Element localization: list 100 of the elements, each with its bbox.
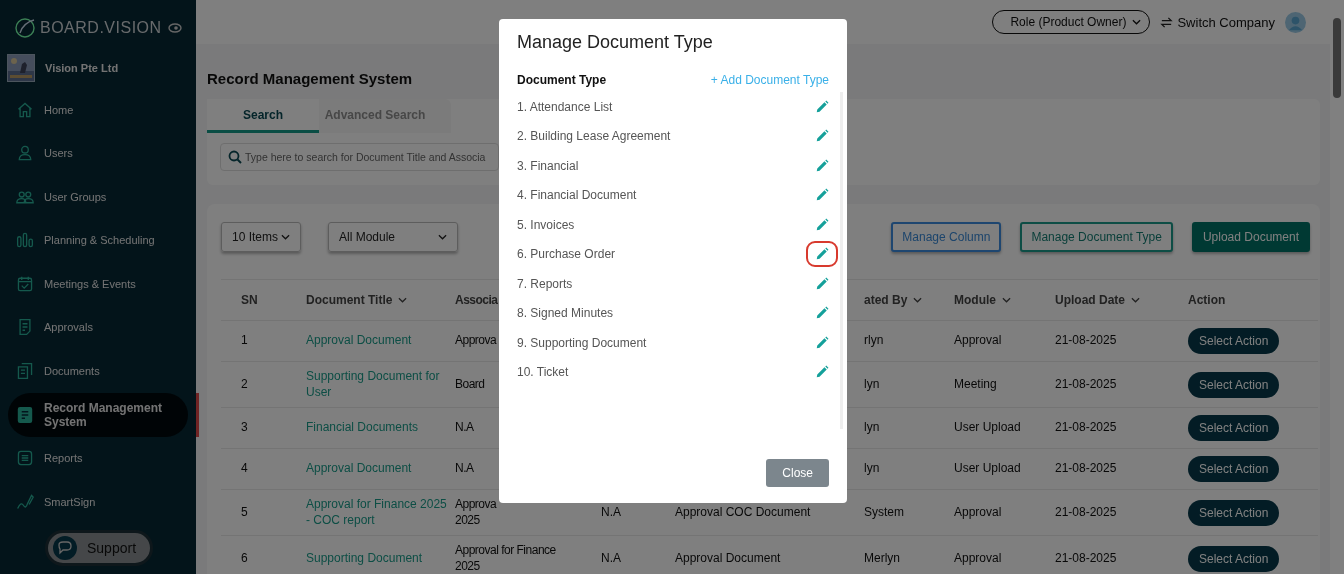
column-header[interactable]: Associa xyxy=(455,293,498,307)
filter-dropdown[interactable]: All Module xyxy=(328,222,458,252)
bars-icon xyxy=(16,231,34,250)
table-cell: System xyxy=(864,505,904,519)
role-dropdown[interactable]: Role (Product Owner) xyxy=(992,10,1151,34)
eye-icon[interactable] xyxy=(168,23,182,33)
support-button[interactable]: Support xyxy=(45,530,154,566)
action-button[interactable]: Upload Document xyxy=(1191,222,1310,252)
column-header[interactable]: ated By xyxy=(864,293,908,307)
sidebar-item[interactable]: Planning & Scheduling xyxy=(0,218,196,262)
table-cell: N.A xyxy=(601,551,621,566)
list-header: Document Type xyxy=(517,73,607,87)
modal-title: Manage Document Type xyxy=(517,32,714,53)
table-cell: 21-08-2025 xyxy=(1055,420,1117,435)
chevron-icon xyxy=(1131,297,1140,303)
close-button[interactable]: Close xyxy=(766,459,829,487)
table-cell: 1 xyxy=(241,333,248,348)
document-link[interactable]: Approval Document xyxy=(306,333,455,349)
calendar-icon xyxy=(16,274,34,293)
document-type-item: 3. Financial xyxy=(517,158,579,173)
table-cell: 4 xyxy=(241,461,248,476)
document-type-item: 5. Invoices xyxy=(517,217,575,232)
table-cell: Board xyxy=(455,376,485,393)
logo-text: BOARD.VISION xyxy=(40,19,163,37)
table-cell: lyn xyxy=(864,420,880,435)
action-button[interactable]: Manage Column xyxy=(891,222,1002,252)
pencil-icon[interactable] xyxy=(815,217,829,232)
pencil-icon[interactable] xyxy=(815,365,829,380)
select-action-button[interactable]: Select Action xyxy=(1188,456,1280,483)
user-icon xyxy=(16,144,34,163)
table-cell: Approval Document xyxy=(675,551,781,566)
table-cell: User Upload xyxy=(954,420,1021,435)
document-type-item: 4. Financial Document xyxy=(517,188,637,203)
document-type-item: 6. Purchase Order xyxy=(517,247,616,262)
pencil-icon[interactable] xyxy=(815,158,829,173)
table-cell: lyn xyxy=(864,461,880,476)
select-action-button[interactable]: Select Action xyxy=(1188,415,1280,442)
select-action-button[interactable]: Select Action xyxy=(1188,371,1280,398)
sidebar-item[interactable]: Home xyxy=(0,88,196,132)
document-link[interactable]: Supporting Document xyxy=(306,551,455,567)
column-header[interactable]: Upload Date xyxy=(1055,293,1125,307)
sidebar-item[interactable]: SmartSign xyxy=(0,480,196,524)
column-header[interactable]: Module xyxy=(954,293,996,307)
company-name: Vision Pte Ltd xyxy=(45,62,119,74)
table-cell: lyn xyxy=(864,376,880,391)
table-cell: Approval for Finance 2025 xyxy=(455,543,556,574)
logo-icon xyxy=(14,17,36,39)
column-header[interactable]: Document Title xyxy=(306,293,393,307)
table-cell: 6 xyxy=(241,551,248,566)
table-cell: 3 xyxy=(241,420,248,435)
tab[interactable]: Search xyxy=(207,99,319,133)
action-button[interactable]: Manage Document Type xyxy=(1020,222,1173,252)
add-document-type-link[interactable]: + Add Document Type xyxy=(710,73,829,87)
document-type-item: 7. Reports xyxy=(517,276,573,291)
table-cell: 21-08-2025 xyxy=(1055,333,1117,348)
select-action-button[interactable]: Select Action xyxy=(1188,545,1280,572)
pencil-icon[interactable] xyxy=(815,335,829,350)
document-type-item: 10. Ticket xyxy=(517,365,569,380)
pencil-icon[interactable] xyxy=(815,247,829,262)
search-field[interactable]: Type here to search for Document Title and Associa xyxy=(220,143,499,171)
table-cell: Approval xyxy=(954,505,1002,519)
document-link[interactable]: Approval Document xyxy=(306,461,455,477)
document-link[interactable]: Approval for Finance 2025 - COC report xyxy=(306,497,455,529)
document-link[interactable]: Financial Documents xyxy=(306,420,455,436)
table-cell: 5 xyxy=(241,505,248,519)
list-icon xyxy=(16,449,34,468)
sidebar-item[interactable]: User Groups xyxy=(0,175,196,219)
chevron-icon xyxy=(1002,297,1011,303)
pencil-icon[interactable] xyxy=(815,129,829,144)
table-cell: N.A xyxy=(601,505,621,519)
table-cell: 21-08-2025 xyxy=(1055,461,1117,476)
document-link[interactable]: Supporting Document for User xyxy=(306,369,455,401)
table-cell: 21-08-2025 xyxy=(1055,551,1117,566)
filter-dropdown[interactable]: 10 Items xyxy=(221,222,301,252)
docs-icon xyxy=(16,361,34,380)
column-header: SN xyxy=(241,293,258,307)
sidebar-item[interactable]: Users xyxy=(0,131,196,175)
table-cell: 21-08-2025 xyxy=(1055,505,1117,519)
avatar-icon[interactable] xyxy=(1285,11,1306,33)
switch-company-link[interactable]: Switch Company xyxy=(1160,14,1275,30)
table-cell: 2 xyxy=(241,376,248,391)
select-action-button[interactable]: Select Action xyxy=(1188,499,1280,526)
document-type-item: 8. Signed Minutes xyxy=(517,306,614,321)
sidebar-item[interactable]: Meetings & Events xyxy=(0,262,196,306)
sidebar-item[interactable]: Approvals xyxy=(0,305,196,349)
chevron-icon xyxy=(1132,19,1142,25)
sidebar-item[interactable]: Documents xyxy=(0,349,196,393)
select-action-button[interactable]: Select Action xyxy=(1188,328,1280,354)
page-title: Record Management System xyxy=(207,70,413,87)
pencil-icon[interactable] xyxy=(815,306,829,321)
chevron-icon xyxy=(398,297,408,303)
chevron-icon xyxy=(438,234,447,240)
table-cell: Approva xyxy=(455,333,497,349)
pencil-icon[interactable] xyxy=(815,188,829,203)
table-cell: Approval COC Document xyxy=(675,505,811,519)
document-type-item: 2. Building Lease Agreement xyxy=(517,129,671,144)
table-cell: rlyn xyxy=(864,333,884,348)
pencil-icon[interactable] xyxy=(815,276,829,291)
chevron-icon xyxy=(913,297,923,303)
pencil-icon[interactable] xyxy=(815,99,829,114)
